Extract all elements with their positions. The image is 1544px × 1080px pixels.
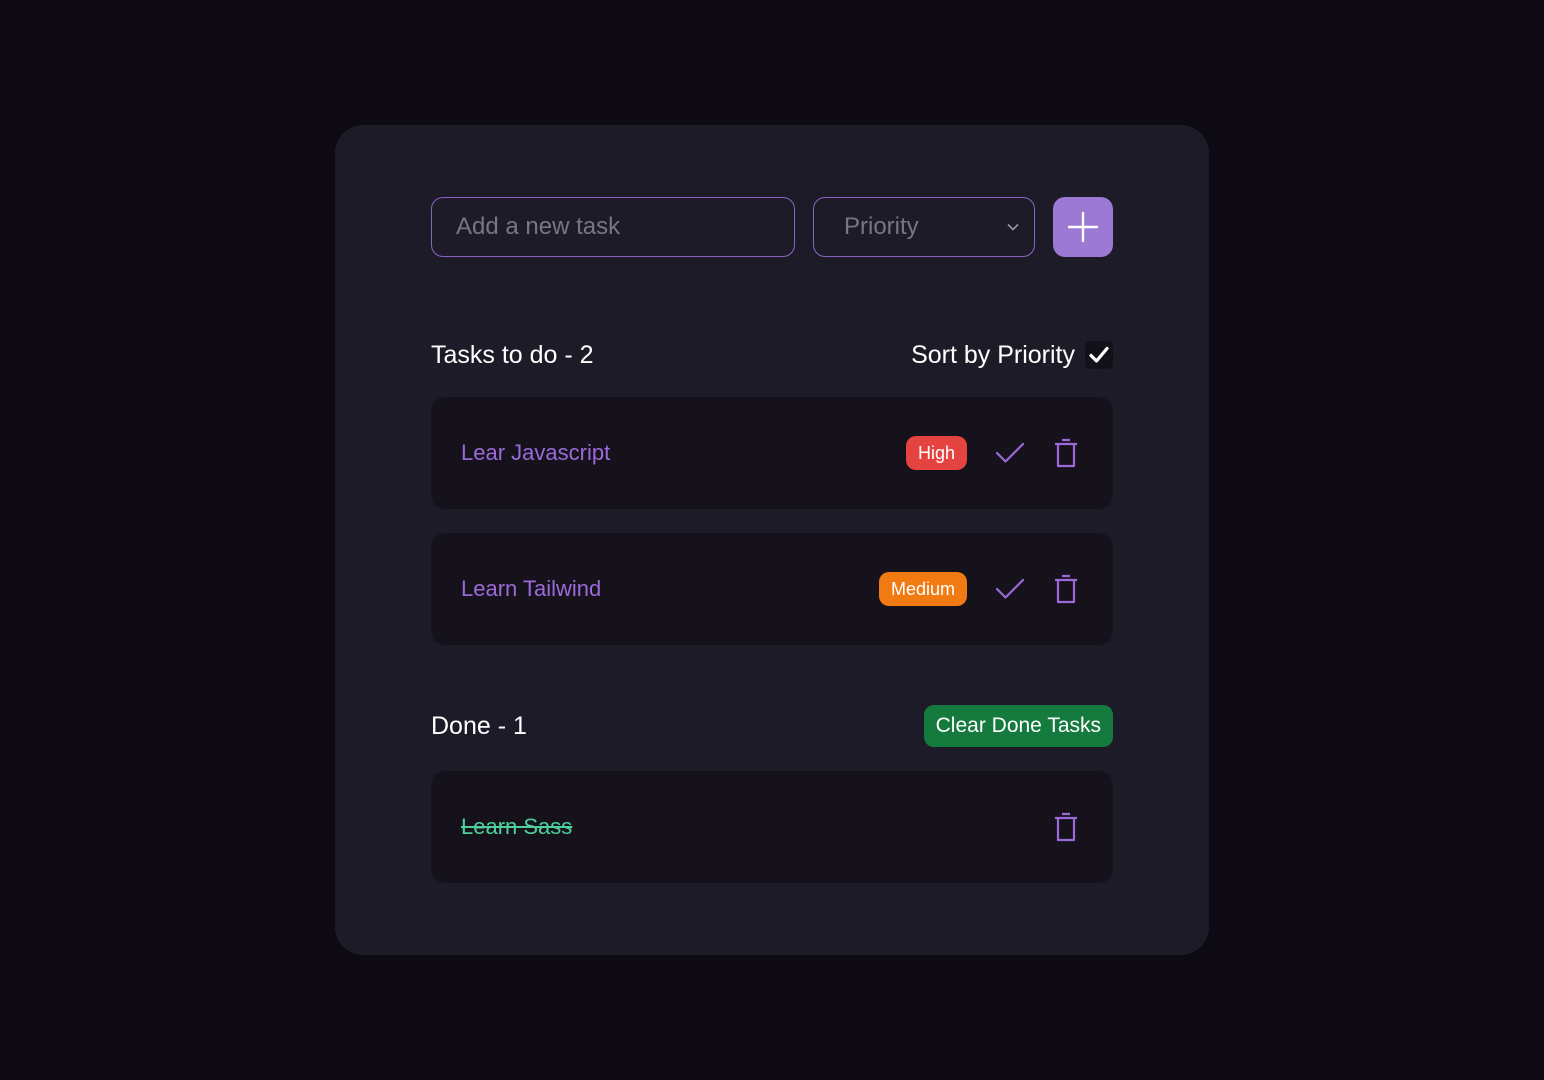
delete-task-button[interactable]	[1049, 572, 1083, 606]
clear-done-tasks-button[interactable]: Clear Done Tasks	[923, 705, 1113, 747]
todo-app-content: Priority Tasks to do - 2 Sort by Priorit…	[431, 197, 1113, 883]
done-section-header: Done - 1 Clear Done Tasks	[431, 705, 1113, 747]
check-icon	[995, 442, 1025, 463]
priority-select[interactable]: Priority	[813, 197, 1035, 257]
mark-done-button[interactable]	[993, 572, 1027, 606]
done-heading: Done - 1	[431, 711, 527, 740]
priority-badge: Medium	[878, 572, 967, 606]
done-task-title: Learn Sass	[461, 814, 573, 839]
checkmark-icon	[1089, 346, 1109, 363]
delete-task-button[interactable]	[1049, 810, 1083, 844]
priority-badge: High	[905, 436, 967, 470]
priority-select-label: Priority	[844, 213, 919, 240]
todo-section-header: Tasks to do - 2 Sort by Priority	[431, 337, 1113, 373]
add-task-row: Priority	[431, 197, 1113, 257]
todo-task-item: Learn Tailwind Medium	[431, 533, 1113, 645]
delete-task-button[interactable]	[1049, 436, 1083, 470]
trash-icon	[1055, 438, 1077, 468]
sort-by-priority-checkbox[interactable]	[1085, 341, 1113, 369]
todo-app-card: Priority Tasks to do - 2 Sort by Priorit…	[335, 125, 1209, 955]
todo-list: Lear Javascript High Learn Tailwind Medi…	[431, 397, 1113, 645]
task-title: Learn Tailwind	[461, 576, 602, 601]
add-task-button[interactable]	[1053, 197, 1113, 257]
sort-by-priority-control: Sort by Priority	[911, 341, 1113, 370]
done-list: Learn Sass	[431, 771, 1113, 883]
sort-by-priority-label: Sort by Priority	[911, 340, 1075, 369]
trash-icon	[1055, 812, 1077, 842]
chevron-down-icon	[1007, 223, 1019, 231]
todo-task-item: Lear Javascript High	[431, 397, 1113, 509]
plus-icon	[1067, 211, 1099, 243]
trash-icon	[1055, 574, 1077, 604]
task-title: Lear Javascript	[461, 440, 611, 465]
new-task-input[interactable]	[431, 197, 795, 257]
todo-heading: Tasks to do - 2	[431, 340, 594, 369]
mark-done-button[interactable]	[993, 436, 1027, 470]
check-icon	[995, 578, 1025, 599]
done-task-item: Learn Sass	[431, 771, 1113, 883]
